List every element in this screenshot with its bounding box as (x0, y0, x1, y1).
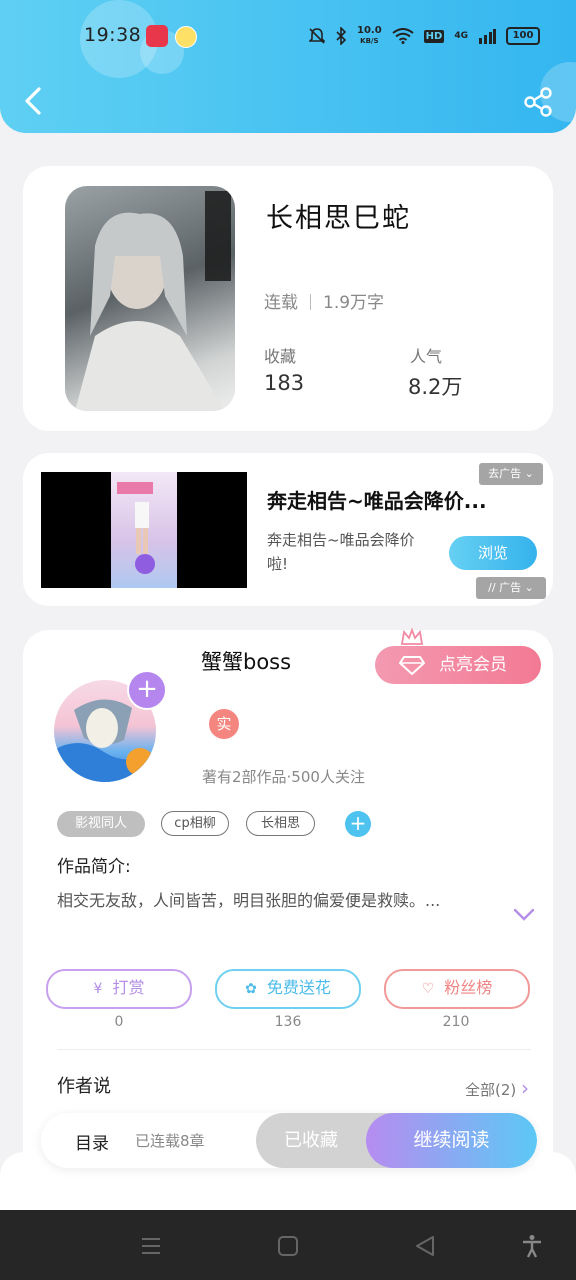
flower-icon: ✿ (245, 981, 257, 997)
send-flower-label: 免费送花 (266, 978, 331, 997)
popularity-value: 8.2万 (408, 375, 463, 399)
ad-image[interactable] (41, 472, 247, 588)
book-info-card: 长相思巳蛇 连载 1.9万字 收藏 183 人气 8.2万 (23, 166, 553, 431)
signal-icon (479, 29, 496, 44)
signal-type: 4G (454, 31, 468, 41)
remove-ad-button[interactable]: 去广告 ⌄ (479, 463, 543, 485)
favorites-value: 183 (264, 371, 305, 395)
collected-label: 已收藏 (284, 1130, 338, 1151)
menu-icon[interactable] (139, 1234, 163, 1258)
chevron-down-icon: ⌄ (524, 581, 534, 594)
continue-reading-button[interactable]: 继续阅读 (366, 1113, 537, 1168)
book-cover-image[interactable] (65, 186, 235, 411)
follow-plus-icon[interactable]: + (127, 670, 167, 710)
ad-browse-button[interactable]: 浏览 (449, 536, 537, 570)
chapter-count: 已连载8章 (135, 1132, 205, 1150)
popularity-label: 人气 (410, 347, 443, 366)
status-icons: 10.0 KB/S HD 4G 100 (308, 24, 540, 48)
author-card: + 蟹蟹boss 点亮会员 实 著有2部作品·500人关注 影视同人 cp相柳 … (23, 628, 553, 1190)
expand-chevron-icon[interactable] (513, 908, 535, 922)
intro-label: 作品简介: (57, 857, 131, 877)
battery-indicator: 100 (506, 27, 540, 45)
app-notification-icon (175, 26, 197, 48)
back-nav-icon[interactable] (413, 1234, 437, 1258)
author-said-all-label: 全部(2) (464, 1081, 517, 1099)
ad-image-content (111, 472, 177, 588)
book-title: 长相思巳蛇 (266, 203, 411, 234)
cover-illustration (75, 191, 231, 411)
favorites-label: 收藏 (264, 347, 297, 366)
back-icon[interactable] (20, 86, 50, 116)
ad-card[interactable]: 奔走相告~唯品会降价... 奔走相告~唯品会降价啦! 浏览 去广告 ⌄ // 广… (23, 453, 553, 606)
author-said-label: 作者说 (57, 1076, 111, 1097)
header: 19:38 10.0 KB/S HD 4G 100 (0, 0, 576, 133)
chevron-down-icon: ⌄ (524, 467, 534, 480)
add-tag-button[interactable]: + (345, 811, 371, 837)
hd-badge: HD (423, 29, 445, 43)
accessibility-icon[interactable] (520, 1234, 544, 1258)
remove-ad-label: 去广告 (488, 467, 522, 480)
ad-label-badge[interactable]: // 广告 ⌄ (476, 577, 546, 599)
fan-rank-button[interactable]: ♡ 粉丝榜 (384, 969, 530, 1009)
app-notification-icon (146, 25, 168, 47)
tag-chip[interactable]: cp相柳 (161, 811, 229, 836)
ad-figure (117, 482, 155, 574)
home-icon[interactable] (276, 1234, 300, 1258)
coin-icon: ¥ (93, 981, 103, 997)
tip-count: 0 (114, 1014, 124, 1030)
toc-button[interactable]: 目录 (75, 1129, 109, 1154)
tip-label: 打赏 (112, 978, 145, 997)
tag-chip[interactable]: 影视同人 (57, 811, 145, 837)
wifi-icon (392, 28, 414, 44)
bottom-action-bar: 目录 已连载8章 已收藏 继续阅读 (41, 1113, 537, 1168)
author-name: 蟹蟹boss (201, 650, 292, 674)
status-bar: 19:38 10.0 KB/S HD 4G 100 (0, 0, 576, 72)
author-works-info: 著有2部作品·500人关注 (202, 768, 365, 786)
tip-button[interactable]: ¥ 打赏 (46, 969, 192, 1009)
ad-source-icon: // (488, 581, 496, 594)
verified-badge: 实 (209, 709, 239, 739)
tag-chip[interactable]: 长相思 (246, 811, 315, 836)
author-said-all-link[interactable]: 全部(2) › (465, 1076, 529, 1100)
status-time: 19:38 (84, 24, 142, 46)
flower-count: 136 (274, 1014, 302, 1030)
divider (57, 1049, 531, 1050)
system-nav-bar (0, 1210, 576, 1280)
crown-icon (400, 628, 424, 645)
user-heart-icon: ♡ (421, 981, 435, 997)
ad-description: 奔走相告~唯品会降价啦! (267, 531, 415, 573)
vip-activate-button[interactable]: 点亮会员 (375, 646, 541, 684)
send-flower-button[interactable]: ✿ 免费送花 (215, 969, 361, 1009)
share-icon[interactable] (522, 86, 554, 118)
meta-divider (310, 294, 311, 310)
diamond-icon (399, 656, 425, 675)
vip-button-label: 点亮会员 (439, 655, 507, 675)
net-speed: 10.0 KB/S (356, 25, 382, 46)
book-status: 连载 (264, 293, 298, 313)
intro-text: 相交无友敌，人间皆苦，明目张胆的偏爱便是救赎。... (57, 891, 441, 910)
ad-label: 广告 (499, 581, 522, 594)
chevron-right-icon: › (521, 1076, 529, 1100)
book-meta: 连载 1.9万字 (264, 288, 384, 313)
book-word-count: 1.9万字 (323, 293, 385, 313)
bluetooth-icon (336, 27, 347, 45)
fan-count: 210 (442, 1014, 470, 1030)
ad-title[interactable]: 奔走相告~唯品会降价... (267, 485, 487, 514)
mute-icon (308, 28, 325, 44)
fan-rank-label: 粉丝榜 (444, 978, 493, 997)
